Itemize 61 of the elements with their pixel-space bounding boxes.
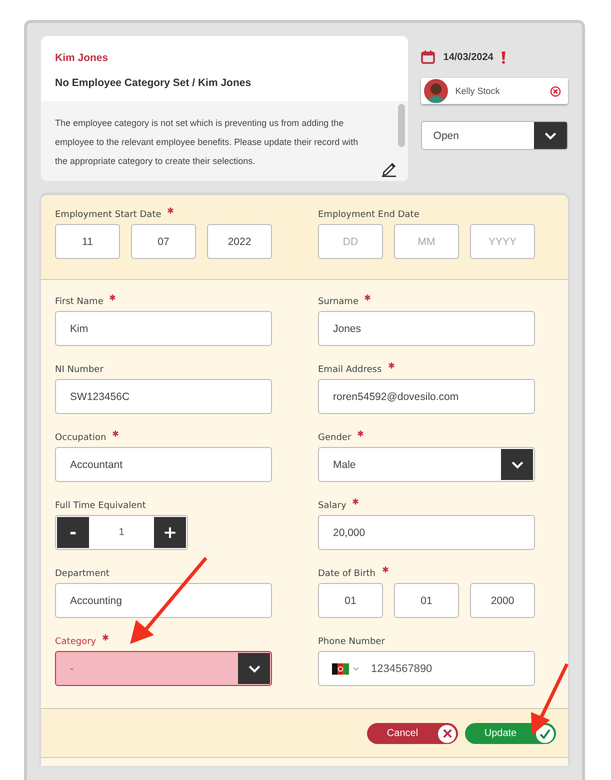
phone-input[interactable]: 1234567890 [318, 651, 535, 686]
field-label: Surname [318, 297, 358, 307]
required-icon [388, 362, 395, 369]
update-button[interactable]: Update [465, 723, 556, 744]
employee-name: Kim Jones [55, 52, 110, 64]
field-label: Department [55, 569, 110, 579]
status-select[interactable]: Open [421, 121, 568, 150]
text-input[interactable]: Jones [318, 311, 535, 346]
required-icon [382, 566, 389, 573]
required-icon [167, 207, 174, 214]
caret-icon [353, 666, 359, 670]
chevron-icon [248, 664, 260, 672]
field-label: Full Time Equivalent [55, 501, 146, 511]
required-icon [352, 498, 360, 505]
remove-icon[interactable] [550, 86, 561, 96]
text-input[interactable]: 20,000 [318, 515, 535, 550]
date-input[interactable]: 01 [318, 583, 383, 618]
text-input[interactable]: SW123456C [55, 379, 272, 414]
field-label: Employment Start Date [55, 210, 162, 220]
field-label: Email Address [318, 365, 382, 375]
stepper-value[interactable]: 1 [89, 517, 154, 548]
cancel-button[interactable]: Cancel [367, 723, 458, 744]
close-icon [442, 728, 452, 739]
date-input[interactable]: 07 [131, 224, 196, 259]
field-label: First Name [55, 297, 104, 307]
check-icon [539, 728, 551, 740]
flag-icon [332, 662, 349, 674]
text-input[interactable]: Accounting [55, 583, 272, 618]
required-icon [102, 634, 110, 641]
text-input[interactable]: roren54592@dovesilo.com [318, 379, 535, 414]
field-label: Occupation [55, 433, 106, 443]
field-label: NI Number [55, 365, 104, 375]
due-date: 14/03/2024 [443, 52, 494, 62]
field-label: Date of Birth [318, 569, 376, 579]
increment-button[interactable]: + [154, 517, 186, 548]
dropdown[interactable]: Male [318, 447, 535, 482]
task-message: The employee category is not set which is preventing us from adding the employee to the relevant employee benefits. Please update their record with the appropriate category to create their selections. [55, 117, 360, 168]
chevron-icon [510, 460, 524, 468]
task-title: No Employee Category Set / Kim Jones [55, 77, 252, 89]
field-label: Phone Number [318, 637, 385, 647]
text-input[interactable]: Kim [55, 311, 272, 346]
required-icon [109, 294, 116, 301]
field-label: Gender [318, 433, 352, 443]
field-label: Category [55, 637, 96, 647]
decrement-button[interactable]: - [57, 517, 89, 548]
required-icon [112, 430, 120, 437]
chevron-icon [544, 132, 557, 140]
pencil-icon[interactable] [381, 160, 398, 177]
required-icon [357, 430, 364, 437]
field-label: Salary [318, 501, 346, 511]
date-input[interactable]: 01 [394, 583, 459, 618]
date-input[interactable]: 2022 [207, 224, 272, 259]
required-icon [364, 294, 372, 301]
scrollbar[interactable] [398, 104, 406, 147]
field-label: Employment End Date [318, 210, 420, 220]
avatar-icon [424, 79, 448, 103]
assignee-name: Kelly Stock [455, 86, 501, 96]
date-input[interactable]: 11 [55, 224, 120, 259]
date-input[interactable]: 2000 [470, 583, 535, 618]
calendar-icon [421, 50, 436, 64]
text-input[interactable]: Accountant [55, 447, 272, 482]
